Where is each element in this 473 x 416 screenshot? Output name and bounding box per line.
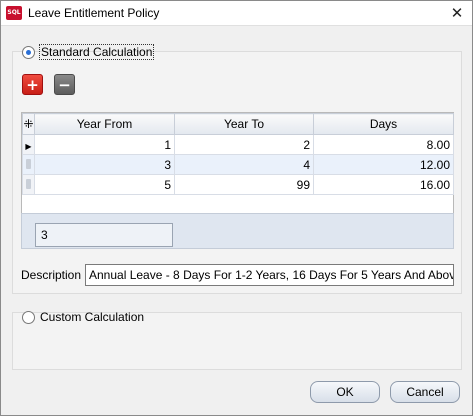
row-selector-icon [26, 178, 31, 189]
column-header-year-from[interactable]: Year From [34, 113, 175, 135]
standard-calculation-option[interactable]: Standard Calculation [22, 44, 155, 60]
cell-days[interactable]: 12.00 [313, 154, 454, 175]
row-indicator[interactable] [22, 174, 35, 195]
row-indicator[interactable] [22, 154, 35, 175]
title-bar[interactable]: SQL Leave Entitlement Policy ✕ [1, 1, 472, 26]
grid-header-row: ⁜ Year From Year To Days [22, 113, 454, 135]
cell-year-from[interactable]: 1 [34, 134, 175, 155]
row-selector-icon [26, 158, 31, 169]
custom-calculation-label[interactable]: Custom Calculation [40, 310, 144, 324]
close-icon[interactable]: ✕ [448, 4, 466, 22]
current-row-arrow-icon: ▶ [25, 141, 32, 151]
table-row[interactable]: 3 4 12.00 [22, 154, 454, 175]
cell-year-from[interactable]: 5 [34, 174, 175, 195]
table-row[interactable]: 5 99 16.00 [22, 174, 454, 195]
custom-calculation-option[interactable]: Custom Calculation [22, 310, 144, 324]
cell-days[interactable]: 8.00 [313, 134, 454, 155]
cell-year-to[interactable]: 2 [174, 134, 314, 155]
grid-corner-icon[interactable]: ⁜ [22, 113, 35, 135]
cancel-button[interactable]: Cancel [390, 381, 460, 403]
cell-days[interactable]: 16.00 [313, 174, 454, 195]
cell-year-from[interactable]: 3 [34, 154, 175, 175]
column-header-days[interactable]: Days [313, 113, 454, 135]
dialog-window: SQL Leave Entitlement Policy ✕ Standard … [0, 0, 473, 416]
row-count-field: 3 [35, 223, 173, 247]
standard-calculation-radio[interactable] [22, 45, 35, 59]
custom-calculation-radio[interactable] [22, 310, 35, 324]
app-logo-icon: SQL [6, 6, 22, 20]
ok-button[interactable]: OK [310, 381, 380, 403]
cell-year-to[interactable]: 4 [174, 154, 314, 175]
window-title: Leave Entitlement Policy [28, 6, 160, 20]
add-row-button[interactable]: + [22, 74, 43, 95]
cell-year-to[interactable]: 99 [174, 174, 314, 195]
remove-row-button[interactable]: − [54, 74, 75, 95]
description-field[interactable]: Annual Leave - 8 Days For 1-2 Years, 16 … [85, 264, 454, 286]
table-row[interactable]: ▶ 1 2 8.00 [22, 134, 454, 155]
description-label: Description [21, 268, 82, 282]
standard-calculation-label[interactable]: Standard Calculation [38, 44, 155, 60]
row-indicator[interactable]: ▶ [22, 134, 35, 155]
column-header-year-to[interactable]: Year To [174, 113, 314, 135]
grid-footer: 3 [21, 213, 454, 249]
